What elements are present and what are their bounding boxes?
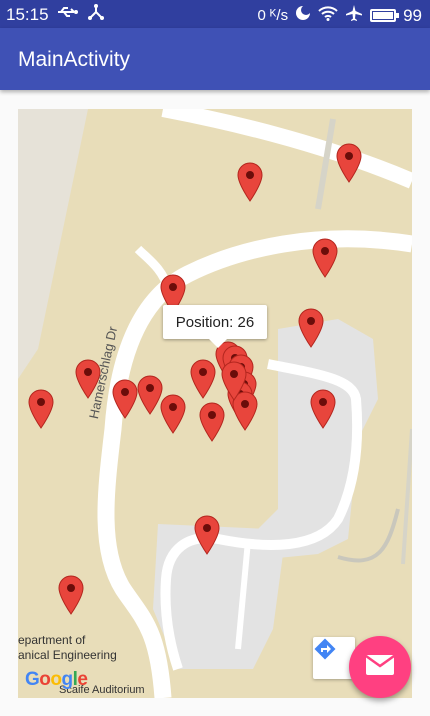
airplane-icon (345, 4, 363, 27)
status-bar: 15:15 0 ᴷ/s 99 (0, 0, 430, 28)
map-marker-pin[interactable] (28, 389, 54, 429)
google-logo: Google (25, 669, 88, 691)
map-marker-pin[interactable] (199, 402, 225, 442)
map-marker-pin[interactable] (312, 238, 338, 278)
map-marker-pin[interactable] (237, 162, 263, 202)
moon-icon (295, 5, 312, 26)
wifi-icon (318, 5, 338, 26)
share-hub-icon (87, 4, 105, 25)
map-marker-pin[interactable] (310, 389, 336, 429)
battery-level: 99 (403, 5, 422, 25)
place-label-engineering: anical Engineering (18, 648, 117, 662)
usb-icon (57, 5, 79, 24)
google-letter: o (39, 669, 51, 690)
google-letter: o (50, 669, 62, 690)
mail-icon (365, 654, 395, 681)
map-marker-pin[interactable] (194, 515, 220, 555)
marker-info-window[interactable]: Position: 26 (163, 305, 267, 348)
map-marker-pin[interactable] (112, 379, 138, 419)
battery-icon (370, 9, 400, 22)
place-label-department: epartment of (18, 633, 86, 647)
email-fab[interactable] (349, 636, 411, 698)
info-window-text: Position: 26 (175, 313, 255, 331)
map-marker-pin[interactable] (160, 394, 186, 434)
network-speed: 0 ᴷ/s (257, 7, 289, 24)
google-letter: g (61, 669, 74, 690)
map-marker-pin[interactable] (221, 361, 247, 401)
app-bar: MainActivity (0, 28, 430, 90)
google-letter: G (25, 669, 40, 690)
google-letter: e (77, 669, 88, 690)
map-view[interactable]: Position: 26 Hamerschlag Dr epartment of… (18, 109, 412, 698)
app-title: MainActivity (18, 48, 131, 71)
map-marker-pin[interactable] (298, 308, 324, 348)
map-marker-pin[interactable] (336, 143, 362, 183)
status-time: 15:15 (6, 4, 49, 24)
map-marker-pin[interactable] (190, 359, 216, 399)
map-marker-pin[interactable] (58, 575, 84, 615)
